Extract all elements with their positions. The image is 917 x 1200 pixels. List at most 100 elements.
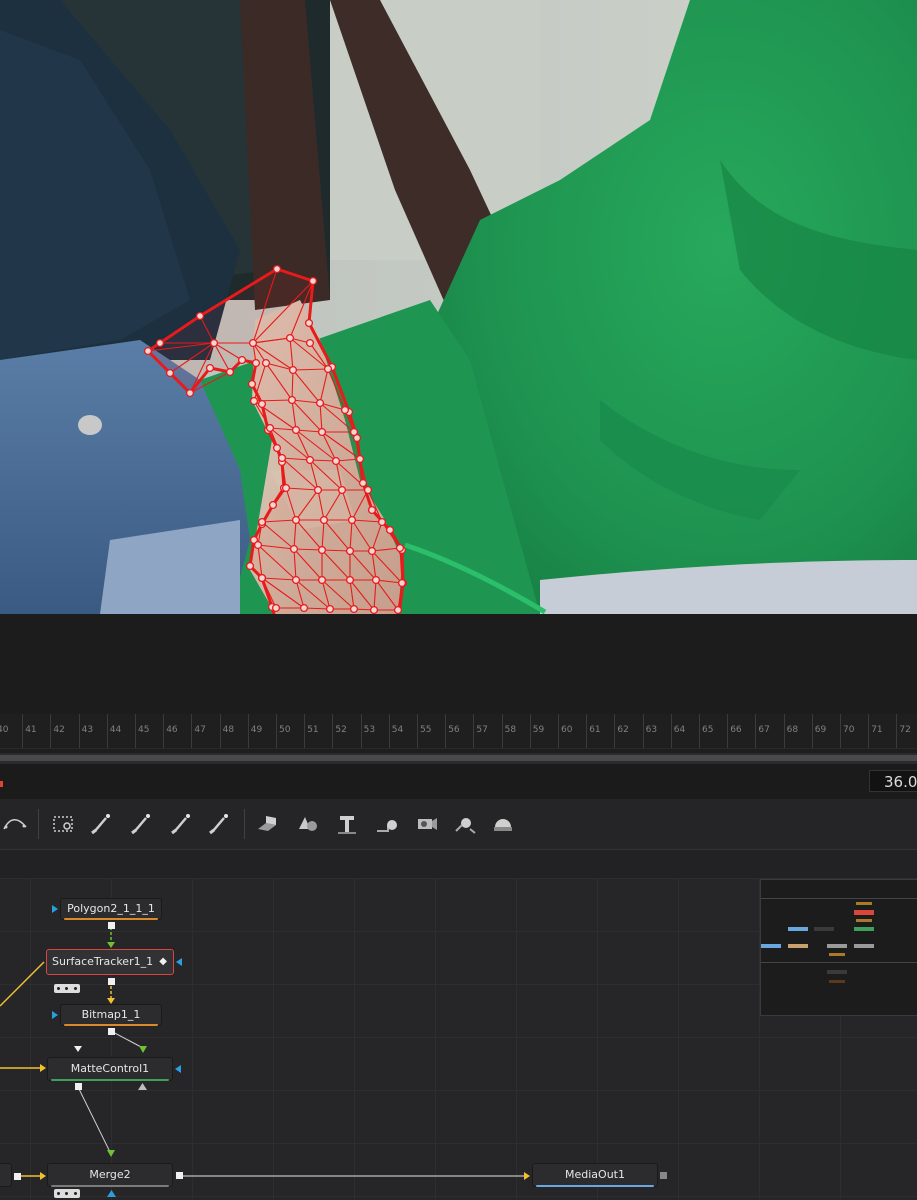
playhead-marker[interactable]	[0, 781, 3, 787]
media-out-output-port[interactable]	[660, 1172, 667, 1179]
mesh-vertex[interactable]	[319, 515, 329, 525]
mesh-vertex[interactable]	[257, 573, 267, 583]
mesh-vertex[interactable]	[249, 396, 259, 406]
mesh-vertex[interactable]	[345, 546, 355, 556]
node-media-out[interactable]: MediaOut1	[532, 1163, 658, 1187]
mesh-vertex[interactable]	[304, 318, 314, 328]
mesh-vertex[interactable]	[345, 575, 355, 585]
node-polygon[interactable]: Polygon2_1_1_1	[60, 898, 162, 920]
renderer-3d-icon[interactable]	[488, 809, 518, 839]
mesh-vertex[interactable]	[291, 575, 301, 585]
mesh-vertex[interactable]	[281, 483, 291, 493]
matte-control-output-port[interactable]	[75, 1083, 82, 1090]
mesh-vertex[interactable]	[289, 544, 299, 554]
mesh-vertex[interactable]	[317, 545, 327, 555]
paint-brush-icon[interactable]	[86, 809, 116, 839]
mesh-vertex[interactable]	[340, 405, 350, 415]
mesh-vertex[interactable]	[261, 358, 271, 368]
merge-mask-input-icon[interactable]	[107, 1190, 116, 1198]
node-matte-control[interactable]: MatteControl1	[47, 1057, 173, 1081]
paint-brush-2-icon[interactable]	[126, 809, 156, 839]
node-offscreen-left[interactable]	[0, 1163, 12, 1187]
merge-version-dots[interactable]	[54, 1189, 80, 1198]
mesh-vertex[interactable]	[253, 540, 263, 550]
mesh-vertex[interactable]	[205, 363, 215, 373]
mesh-vertex[interactable]	[393, 605, 403, 614]
mesh-vertex[interactable]	[265, 423, 275, 433]
mesh-vertex[interactable]	[225, 367, 235, 377]
mesh-vertex[interactable]	[245, 561, 255, 571]
mesh-vertex[interactable]	[369, 605, 379, 614]
mesh-vertex[interactable]	[358, 478, 368, 488]
mesh-vertex[interactable]	[397, 578, 407, 588]
mesh-vertex[interactable]	[155, 338, 165, 348]
mesh-vertex[interactable]	[355, 454, 365, 464]
node-surface-tracker[interactable]: SurfaceTracker1_1 ◆	[46, 949, 174, 975]
mesh-vertex[interactable]	[291, 425, 301, 435]
mesh-vertex[interactable]	[257, 517, 267, 527]
timeline-scrubber[interactable]	[0, 753, 917, 763]
mesh-vertex[interactable]	[143, 346, 153, 356]
paint-brush-4-icon[interactable]	[204, 809, 234, 839]
mesh-vertex[interactable]	[385, 525, 395, 535]
text-3d-icon[interactable]	[332, 809, 362, 839]
mesh-vertex[interactable]	[272, 264, 282, 274]
mesh-vertex[interactable]	[331, 456, 341, 466]
keyframe-diamond-icon[interactable]: ◆	[159, 950, 167, 974]
surface-tracker-mesh[interactable]	[0, 0, 917, 614]
mesh-vertex[interactable]	[287, 395, 297, 405]
merge-3d-icon[interactable]	[372, 809, 402, 839]
surface-tracker-output-port[interactable]	[108, 978, 115, 985]
mesh-vertex[interactable]	[305, 455, 315, 465]
mesh-vertex[interactable]	[272, 443, 282, 453]
mesh-vertex[interactable]	[317, 427, 327, 437]
polygon-input-icon[interactable]	[52, 905, 58, 913]
mesh-vertex[interactable]	[349, 427, 359, 437]
bitmap-output-port[interactable]	[108, 1028, 115, 1035]
node-bitmap[interactable]: Bitmap1_1	[60, 1004, 162, 1026]
merge-output-port[interactable]	[176, 1172, 183, 1179]
mesh-vertex[interactable]	[367, 546, 377, 556]
mesh-vertex[interactable]	[271, 603, 281, 613]
spotlight-3d-icon[interactable]	[450, 809, 480, 839]
mesh-vertex[interactable]	[315, 398, 325, 408]
current-time-field[interactable]: 36.0	[869, 770, 917, 792]
tracker-icon[interactable]	[48, 809, 78, 839]
mesh-vertex[interactable]	[371, 575, 381, 585]
mesh-vertex[interactable]	[347, 515, 357, 525]
viewer[interactable]	[0, 0, 917, 614]
mesh-vertex[interactable]	[325, 604, 335, 614]
mesh-vertex[interactable]	[337, 485, 347, 495]
mesh-vertex[interactable]	[323, 364, 333, 374]
offscreen-output-port[interactable]	[14, 1173, 21, 1180]
mesh-vertex[interactable]	[268, 500, 278, 510]
matte-control-mask-input-icon[interactable]	[175, 1065, 181, 1073]
mesh-vertex[interactable]	[308, 276, 318, 286]
mesh-vertex[interactable]	[305, 338, 315, 348]
mesh-vertex[interactable]	[363, 485, 373, 495]
bitmap-input-icon[interactable]	[52, 1011, 58, 1019]
mesh-vertex[interactable]	[195, 311, 205, 321]
surface-tracker-version-dots[interactable]	[54, 984, 80, 993]
polygon-output-port[interactable]	[108, 922, 115, 929]
mesh-vertex[interactable]	[313, 485, 323, 495]
mesh-vertex[interactable]	[317, 575, 327, 585]
matte-control-bottom-input-icon[interactable]	[138, 1083, 147, 1091]
mesh-vertex[interactable]	[285, 333, 295, 343]
node-editor[interactable]: Polygon2_1_1_1 SurfaceTracker1_1 ◆ Bitma…	[0, 878, 917, 1200]
timeline-ruler[interactable]: 40 41 42 43 44 45 46 47 48 49 50 51 52 53 54 55 56 57 58 59…	[0, 714, 917, 749]
bspline-mask-icon[interactable]	[0, 809, 30, 839]
image-plane-3d-icon[interactable]	[252, 809, 282, 839]
mesh-vertex[interactable]	[395, 543, 405, 553]
mesh-vertex[interactable]	[288, 365, 298, 375]
mesh-vertex[interactable]	[248, 338, 258, 348]
mesh-vertex[interactable]	[237, 355, 247, 365]
shape-3d-icon[interactable]	[292, 809, 322, 839]
mesh-vertex[interactable]	[377, 517, 387, 527]
mesh-vertex[interactable]	[367, 505, 377, 515]
mesh-vertex[interactable]	[277, 453, 287, 463]
node-merge[interactable]: Merge2	[47, 1163, 173, 1187]
mesh-vertex[interactable]	[165, 368, 175, 378]
mesh-vertex[interactable]	[251, 358, 261, 368]
camera-3d-icon[interactable]	[412, 809, 442, 839]
